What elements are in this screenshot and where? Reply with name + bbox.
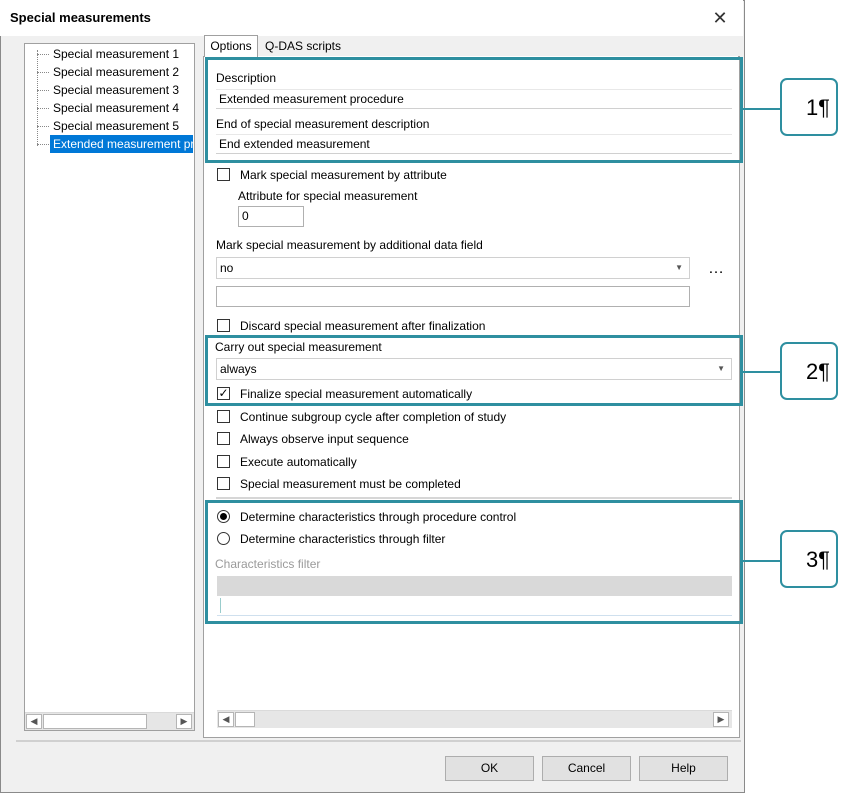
procedure-control-radio[interactable] (217, 510, 230, 523)
callout-badge-1: 1¶ (780, 78, 838, 136)
title-bar: Special measurements ✕ (0, 0, 743, 36)
carry-out-select[interactable]: always ▼ (216, 358, 732, 380)
chevron-down-icon: ▼ (717, 364, 725, 373)
observe-sequence-label: Always observe input sequence (240, 432, 409, 446)
close-icon[interactable]: ✕ (706, 6, 734, 30)
tree-connector (37, 144, 49, 145)
carry-out-label: Carry out special measurement (215, 340, 382, 354)
tree-connector (37, 50, 38, 146)
end-description-field[interactable]: End extended measurement (216, 134, 732, 154)
footer-divider (16, 740, 741, 742)
callout-leader-1 (743, 108, 780, 110)
finalize-checkbox[interactable]: ✓ (217, 387, 230, 400)
characteristics-filter-label: Characteristics filter (215, 557, 321, 571)
must-complete-checkbox[interactable] (217, 477, 230, 490)
end-description-label: End of special measurement description (216, 117, 430, 131)
execute-automatically-checkbox[interactable] (217, 455, 230, 468)
observe-sequence-checkbox[interactable] (217, 432, 230, 445)
mark-by-field-value: no (220, 261, 234, 275)
tree-connector (37, 108, 49, 109)
execute-automatically-label: Execute automatically (240, 455, 357, 469)
description-label: Description (216, 71, 277, 85)
scroll-left-icon[interactable]: ◀ (218, 712, 234, 727)
must-complete-label: Special measurement must be completed (240, 477, 461, 491)
filter-radio[interactable] (217, 532, 230, 545)
filter-grid-header (217, 576, 732, 596)
finalize-label: Finalize special measurement automatical… (240, 387, 473, 401)
carry-out-value: always (220, 362, 257, 376)
more-options-button[interactable]: … (708, 260, 725, 278)
tree-connector (37, 90, 49, 91)
tab-qdas-scripts[interactable]: Q-DAS scripts (262, 37, 344, 55)
scroll-right-icon[interactable]: ▶ (176, 714, 192, 729)
filter-caret (220, 598, 221, 613)
tree-item-extended-measurement[interactable]: Extended measurement procedure (50, 135, 193, 153)
ok-button[interactable]: OK (445, 756, 534, 781)
content-horizontal-scrollbar[interactable]: ◀ ▶ (217, 710, 732, 728)
callout-leader-2 (743, 371, 780, 373)
tree-item-special-measurement-5[interactable]: Special measurement 5 (53, 117, 179, 135)
measurement-tree[interactable]: Special measurement 1 Special measuremen… (24, 43, 195, 731)
continue-subgroup-checkbox[interactable] (217, 410, 230, 423)
mark-by-field-label: Mark special measurement by additional d… (216, 238, 483, 252)
filter-label: Determine characteristics through filter (240, 532, 446, 546)
mark-by-field-select[interactable]: no ▼ (216, 257, 690, 279)
tree-item-special-measurement-2[interactable]: Special measurement 2 (53, 63, 179, 81)
callout-badge-2: 2¶ (780, 342, 838, 400)
scroll-left-icon[interactable]: ◀ (26, 714, 42, 729)
callout-badge-3: 3¶ (780, 530, 838, 588)
scroll-thumb[interactable] (43, 714, 147, 729)
tree-connector (37, 72, 49, 73)
procedure-control-label: Determine characteristics through proced… (240, 510, 517, 524)
discard-label: Discard special measurement after finali… (240, 319, 486, 333)
mark-by-attribute-checkbox[interactable] (217, 168, 230, 181)
filter-grid-row[interactable] (217, 596, 732, 616)
divider (216, 497, 732, 499)
description-field[interactable]: Extended measurement procedure (216, 89, 732, 109)
chevron-down-icon: ▼ (675, 263, 683, 272)
mark-by-attribute-label: Mark special measurement by attribute (240, 168, 447, 182)
tree-item-special-measurement-3[interactable]: Special measurement 3 (53, 81, 179, 99)
tree-connector (37, 54, 49, 55)
tab-options[interactable]: Options (204, 35, 258, 57)
tree-item-special-measurement-4[interactable]: Special measurement 4 (53, 99, 179, 117)
attribute-input[interactable]: 0 (238, 206, 304, 227)
continue-subgroup-label: Continue subgroup cycle after completion… (240, 410, 507, 424)
window-title: Special measurements (10, 10, 151, 25)
scroll-thumb[interactable] (235, 712, 255, 727)
tree-connector (37, 126, 49, 127)
help-button[interactable]: Help (639, 756, 728, 781)
attribute-label: Attribute for special measurement (238, 189, 418, 203)
discard-checkbox[interactable] (217, 319, 230, 332)
callout-leader-3 (743, 560, 780, 562)
scroll-right-icon[interactable]: ▶ (713, 712, 729, 727)
tree-item-special-measurement-1[interactable]: Special measurement 1 (53, 45, 179, 63)
tree-horizontal-scrollbar[interactable]: ◀ ▶ (25, 712, 194, 730)
data-field-input[interactable] (216, 286, 690, 307)
cancel-button[interactable]: Cancel (542, 756, 631, 781)
